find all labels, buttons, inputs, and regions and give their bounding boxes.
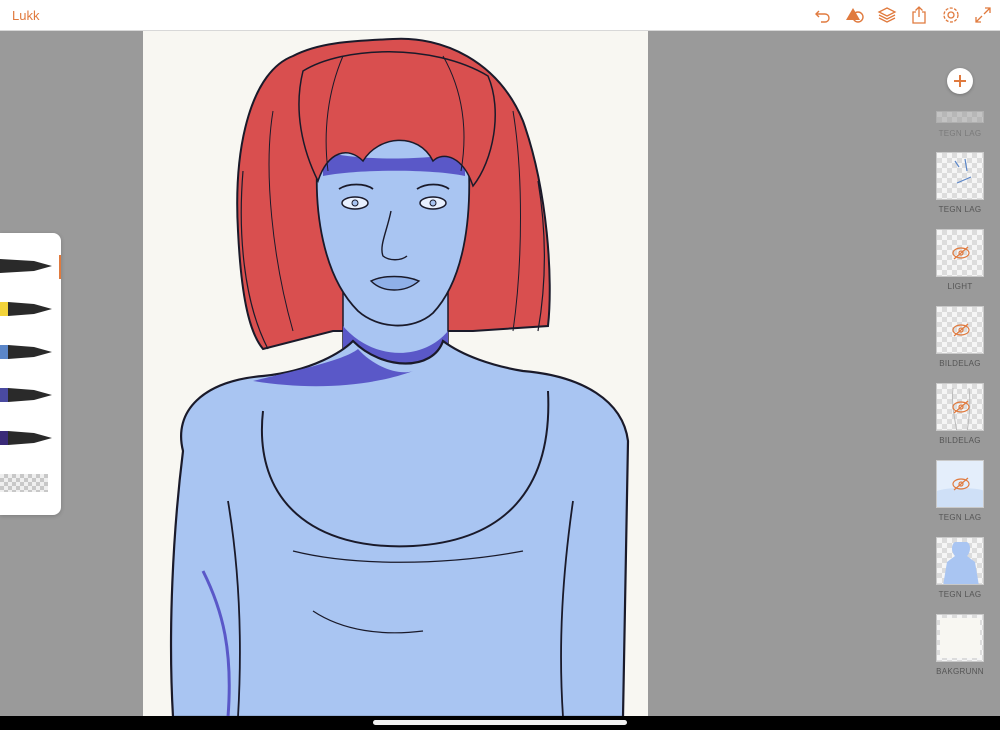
transparency-swatch[interactable] <box>0 474 48 492</box>
layer-thumbnail <box>936 460 984 508</box>
layer-thumbnail <box>936 383 984 431</box>
layer-label: TEGN LAG <box>938 590 982 599</box>
layer-label: TEGN LAG <box>938 129 982 138</box>
layer-label: LIGHT <box>947 282 973 291</box>
fullscreen-icon[interactable] <box>973 5 993 25</box>
layer-label: BAKGRUNN <box>936 667 984 676</box>
layers-icon[interactable] <box>877 5 897 25</box>
share-icon[interactable] <box>909 5 929 25</box>
layer-thumbnail <box>936 152 984 200</box>
violet-brush[interactable] <box>0 427 56 449</box>
drawing-canvas[interactable] <box>143 31 648 717</box>
layer-thumbnail <box>936 537 984 585</box>
hidden-eye-icon <box>952 246 970 260</box>
layer-thumbnail <box>936 229 984 277</box>
hidden-eye-icon <box>952 477 970 491</box>
hidden-eye-icon <box>952 323 970 337</box>
add-layer-button[interactable] <box>947 68 973 94</box>
artwork-portrait <box>143 31 648 717</box>
yellow-brush[interactable] <box>0 298 56 320</box>
layer-label: BILDELAG <box>939 359 981 368</box>
layer-label: TEGN LAG <box>938 513 982 522</box>
blue-brush[interactable] <box>0 341 56 363</box>
layer-thumbnail <box>936 111 984 123</box>
indigo-brush[interactable] <box>0 384 56 406</box>
hidden-eye-icon <box>952 400 970 414</box>
shapes-icon[interactable] <box>845 5 865 25</box>
home-indicator[interactable] <box>373 720 627 725</box>
settings-icon[interactable] <box>941 5 961 25</box>
black-brush[interactable] <box>0 255 56 277</box>
active-brush-indicator <box>59 255 61 279</box>
layer-thumbnail <box>936 306 984 354</box>
workspace: TEGN LAG TEGN LAG LIGHT BILDELAG BILDELA… <box>0 31 1000 730</box>
undo-icon[interactable] <box>813 5 833 25</box>
layer-label: TEGN LAG <box>938 205 982 214</box>
layer-label: BILDELAG <box>939 436 981 445</box>
close-button[interactable]: Lukk <box>12 8 39 23</box>
brush-panel <box>0 233 61 515</box>
top-toolbar: Lukk <box>0 0 1000 31</box>
layer-thumbnail <box>936 614 984 662</box>
